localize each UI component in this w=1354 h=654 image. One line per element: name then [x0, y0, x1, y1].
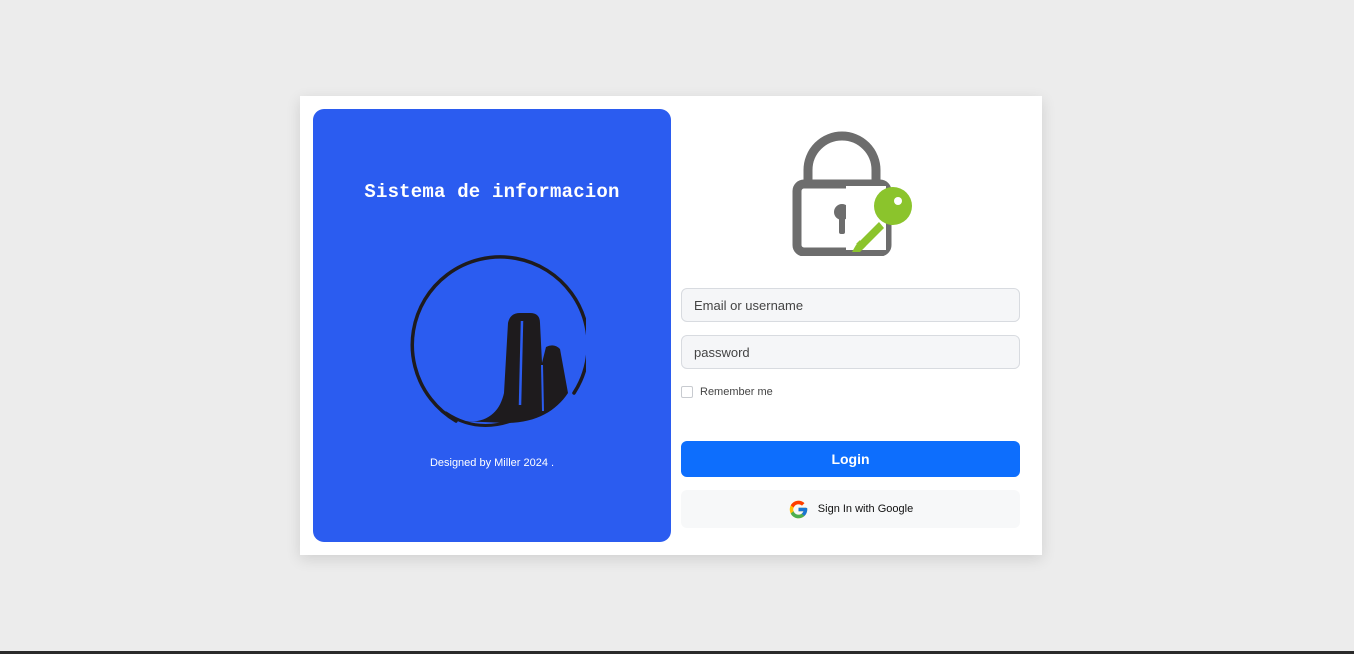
email-input[interactable] — [681, 288, 1020, 322]
brand-logo-icon — [410, 255, 586, 427]
google-signin-label: Sign In with Google — [817, 503, 914, 515]
google-icon — [789, 500, 808, 518]
designer-credit: Designed by Miller 2024 . — [429, 457, 555, 469]
brand-title: Sistema de informacion — [364, 181, 620, 203]
login-card: Sistema de informacion Designed by Mille… — [300, 96, 1042, 555]
google-signin-button[interactable]: Sign In with Google — [681, 490, 1020, 528]
remember-me-label: Remember me — [700, 386, 773, 398]
lock-with-key-icon — [792, 131, 912, 256]
login-button[interactable]: Login — [681, 441, 1020, 477]
remember-me-checkbox[interactable] — [681, 386, 693, 398]
password-input[interactable] — [681, 335, 1020, 369]
remember-me[interactable]: Remember me — [681, 385, 773, 399]
brand-panel: Sistema de informacion Designed by Mille… — [313, 109, 671, 542]
